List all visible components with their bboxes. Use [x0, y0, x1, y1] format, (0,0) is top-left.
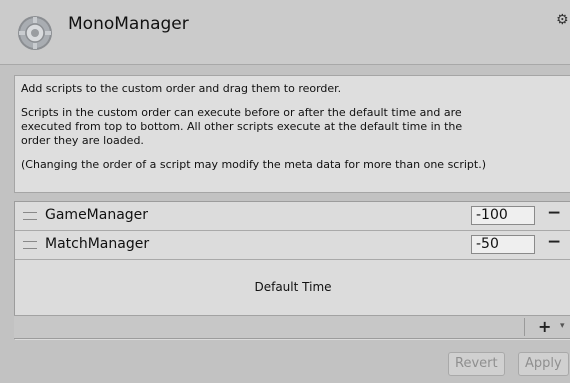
help-text-intro: Add scripts to the custom order and drag… — [21, 82, 342, 95]
list-item[interactable]: GameManager -100 − — [15, 202, 570, 231]
script-gear-icon — [18, 16, 52, 50]
script-name: GameManager — [45, 207, 149, 223]
remove-script-button[interactable]: − — [547, 232, 561, 252]
script-name: MatchManager — [45, 236, 150, 252]
apply-button[interactable]: Apply — [518, 352, 569, 376]
drag-handle-icon[interactable] — [23, 212, 37, 220]
help-box: Add scripts to the custom order and drag… — [14, 75, 570, 193]
list-footer: + ▾ — [14, 315, 570, 339]
drag-handle-icon[interactable] — [23, 241, 37, 249]
list-item[interactable]: MatchManager -50 − — [15, 231, 570, 260]
execution-order-field[interactable]: -100 — [471, 206, 535, 225]
add-script-button[interactable]: + — [538, 317, 551, 336]
help-text-description: Scripts in the custom order can execute … — [21, 106, 463, 147]
help-text-note: (Changing the order of a script may modi… — [21, 158, 487, 171]
remove-script-button[interactable]: − — [547, 203, 561, 223]
default-time-label: Default Time — [254, 280, 332, 294]
inspector-header: MonoManager ⚙ — [0, 0, 570, 65]
gear-icon[interactable]: ⚙ — [556, 12, 569, 28]
chevron-down-icon[interactable]: ▾ — [560, 321, 565, 331]
execution-order-field[interactable]: -50 — [471, 235, 535, 254]
revert-button[interactable]: Revert — [448, 352, 505, 376]
divider — [524, 318, 525, 336]
page-title: MonoManager — [68, 14, 189, 34]
